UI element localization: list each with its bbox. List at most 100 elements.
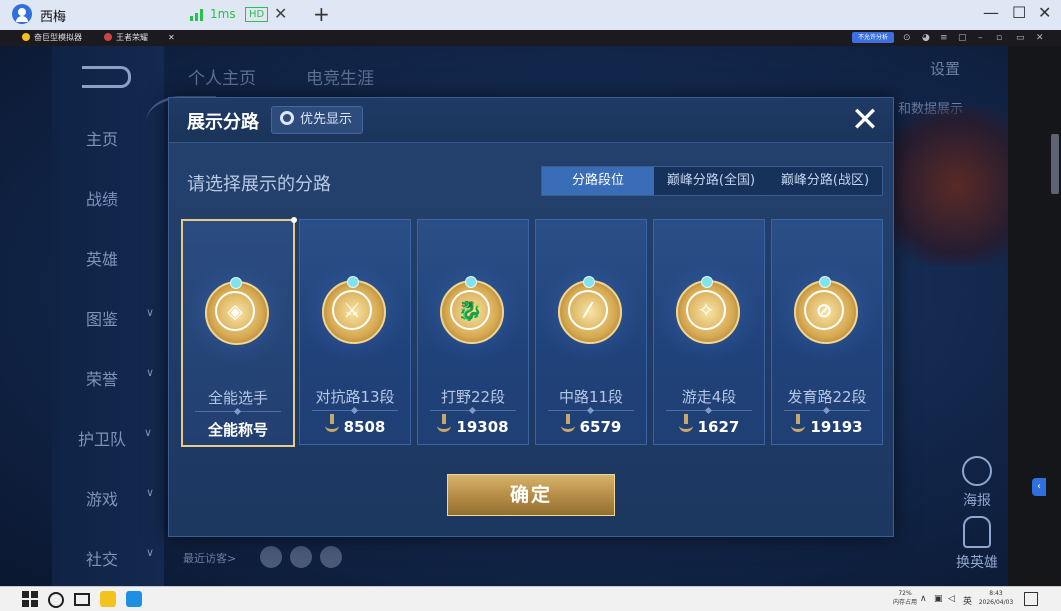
emulator-minimize-icon[interactable]: – <box>978 31 983 45</box>
close-button[interactable]: ✕ <box>845 100 885 140</box>
farm-lane-emblem-icon: ⊘ <box>794 276 858 344</box>
card-divider <box>430 410 516 411</box>
lane-rank-label: 打野22段 <box>440 388 506 406</box>
emulator-tab-game[interactable]: 王者荣耀 ✕ <box>104 31 175 45</box>
chevron-down-icon: ∨ <box>146 486 155 499</box>
user-avatar-icon[interactable] <box>12 4 32 24</box>
visitor-avatar[interactable] <box>260 546 282 568</box>
volume-icon[interactable]: ◁ <box>948 594 955 604</box>
visitor-avatar[interactable] <box>320 546 342 568</box>
recent-visitors-link[interactable]: 最近访客> <box>183 550 236 566</box>
lane-rank-label: 中路11段 <box>558 388 624 406</box>
roam-emblem-icon: ✧ <box>676 276 740 344</box>
chevron-down-icon: ∨ <box>144 426 153 439</box>
lane-score: 8508 <box>300 414 410 436</box>
nav-item-social[interactable]: 社交 ∨ <box>86 546 154 570</box>
windows-taskbar: 72% 内存占用 ∧ ▣ ◁ 英 8:43 2026/04/03 <box>0 586 1061 611</box>
tab-lane-rank[interactable]: 分路段位 <box>542 167 654 195</box>
card-divider <box>784 410 870 411</box>
settings-button[interactable]: 设置 <box>930 58 960 79</box>
tray-cpu: 72% 内存占用 <box>893 590 918 606</box>
emulator-fullscreen-icon[interactable]: ▭ <box>1016 31 1025 45</box>
poster-button[interactable]: 海报 <box>960 456 994 510</box>
selected-marker <box>291 217 297 223</box>
ping-text: 1ms <box>210 7 236 21</box>
hero-backdrop <box>880 106 1008 266</box>
minimize-icon[interactable]: — <box>983 3 999 22</box>
emulator-tool-icon[interactable]: ◕ <box>922 31 930 45</box>
nav-item-record[interactable]: 战绩 <box>86 186 118 210</box>
emulator-app-icon[interactable] <box>100 591 116 607</box>
side-scrollbar[interactable] <box>1051 134 1059 194</box>
lane-score: 6579 <box>536 414 646 436</box>
side-expand-tab[interactable]: ‹ <box>1032 478 1046 496</box>
lane-rank-label: 游走4段 <box>681 388 737 406</box>
tray-arrow-icon[interactable]: ∧ <box>920 594 927 604</box>
lane-rank-label: 全能选手 <box>207 389 268 407</box>
card-divider <box>195 411 281 412</box>
nav-item-home[interactable]: 主页 <box>86 126 118 150</box>
emulator-tab-home[interactable]: 奋巨型模拟器 <box>22 31 82 45</box>
network-icon[interactable]: ▣ <box>934 594 943 604</box>
jungle-emblem-icon: 🐉 <box>440 276 504 344</box>
notification-icon[interactable] <box>1024 592 1038 606</box>
display-lane-dialog: 展示分路 优先显示 ✕ 请选择展示的分路 分路段位 巅峰分路(全国) 巅峰分路(… <box>168 97 894 537</box>
browser-app-icon[interactable] <box>126 591 142 607</box>
lane-score: 19193 <box>772 414 882 436</box>
rank-wing-icon <box>324 414 339 432</box>
search-icon[interactable] <box>48 592 64 608</box>
tab-title[interactable]: 西梅 <box>40 6 66 25</box>
maximize-icon[interactable]: ☐ <box>1012 3 1026 22</box>
windows-start-icon[interactable] <box>22 591 38 607</box>
chevron-down-icon: ∨ <box>146 546 155 559</box>
dialog-subtitle: 请选择展示的分路 <box>187 174 331 195</box>
hd-badge[interactable]: HD <box>245 7 269 22</box>
emulator-restore-icon[interactable]: ▫ <box>996 31 1002 45</box>
emulator-badge[interactable]: 不允许分析 <box>852 32 894 43</box>
lane-card[interactable]: ◈ 全能选手 全能称号 <box>181 217 297 447</box>
tab-personal-home[interactable]: 个人主页 <box>188 64 256 89</box>
new-tab-button[interactable]: + <box>313 2 330 26</box>
window-close-icon[interactable]: ✕ <box>1038 3 1051 22</box>
nav-item-collection[interactable]: 图鉴 ∨ <box>86 306 154 330</box>
clock[interactable]: 8:43 2026/04/03 <box>974 589 1018 607</box>
emulator-tool-icon[interactable]: ≡ <box>940 31 948 45</box>
dialog-title: 展示分路 <box>187 112 259 133</box>
priority-display-button[interactable]: 优先显示 <box>271 106 364 134</box>
input-lang[interactable]: 英 <box>963 594 972 607</box>
nav-item-heroes[interactable]: 英雄 <box>86 246 118 270</box>
confirm-button[interactable]: 确定 <box>447 474 615 516</box>
emulator-tab-bar: 奋巨型模拟器 王者荣耀 ✕ 不允许分析 ⊙ ◕ ≡ ▢ – ▫ ▭ ✕ <box>0 30 1061 46</box>
emulator-close-icon[interactable]: ✕ <box>1036 31 1044 45</box>
rank-wing-icon <box>678 414 693 432</box>
swap-hero-button[interactable]: 换英雄 <box>952 516 1002 572</box>
tab-esports-career[interactable]: 电竞生涯 <box>306 64 374 89</box>
lane-card[interactable]: ⁄ 中路11段 6579 <box>535 219 647 445</box>
swap-hero-icon <box>963 516 991 548</box>
lane-card[interactable]: ✧ 游走4段 1627 <box>653 219 765 445</box>
tab-peak-national[interactable]: 巅峰分路(全国) <box>654 167 768 195</box>
lane-card-list: ◈ 全能选手 全能称号 ⚔ 对抗路13段 8508 🐉 打野22段 19308 ⁄ 中路11段 657… <box>179 217 883 447</box>
emulator-tool-icon[interactable]: ▢ <box>958 31 967 45</box>
nav-item-honor[interactable]: 荣誉 ∨ <box>86 366 154 390</box>
poster-icon <box>962 456 992 486</box>
lane-score: 全能称号 <box>207 421 268 439</box>
emulator-tool-icon[interactable]: ⊙ <box>903 31 911 45</box>
lane-card[interactable]: ⚔ 对抗路13段 8508 <box>299 219 411 445</box>
lane-rank-label: 发育路22段 <box>787 388 867 406</box>
browser-top-bar: 西梅 1ms HD ✕ + — ☐ ✕ <box>0 0 1061 31</box>
card-divider <box>548 410 634 411</box>
back-arrow-icon[interactable] <box>82 66 131 88</box>
mid-lane-emblem-icon: ⁄ <box>558 276 622 344</box>
lane-card[interactable]: ⊘ 发育路22段 19193 <box>771 219 883 445</box>
nav-item-games[interactable]: 游戏 ∨ <box>86 486 154 510</box>
task-view-icon[interactable] <box>74 593 90 606</box>
dialog-header: 展示分路 优先显示 ✕ <box>169 98 893 143</box>
card-divider <box>312 410 398 411</box>
visitor-avatar[interactable] <box>290 546 312 568</box>
lane-card[interactable]: 🐉 打野22段 19308 <box>417 219 529 445</box>
tab-close-icon[interactable]: ✕ <box>274 4 287 23</box>
tab-peak-region[interactable]: 巅峰分路(战区) <box>768 167 882 195</box>
signal-icon <box>190 9 206 21</box>
nav-item-guard[interactable]: 护卫队 ∨ <box>78 426 152 450</box>
